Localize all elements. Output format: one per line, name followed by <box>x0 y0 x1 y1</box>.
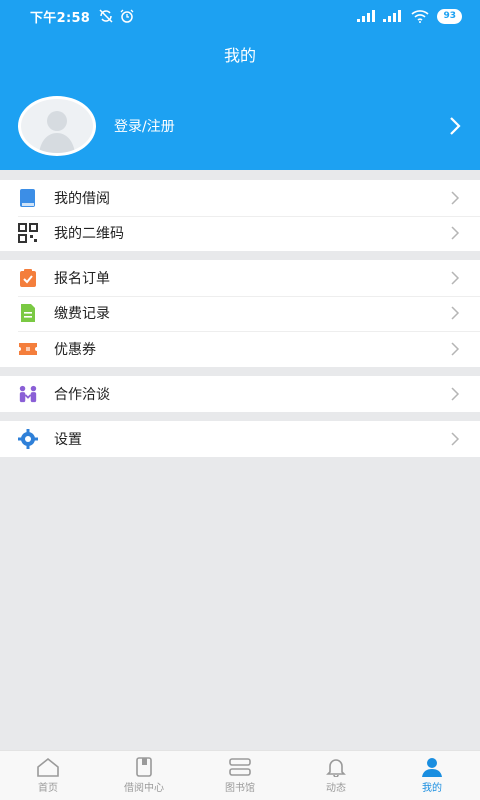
tab-label: 动态 <box>326 783 346 794</box>
battery-indicator: 93 <box>437 8 462 24</box>
menu-group-orders: 报名订单 缴费记录 优惠券 <box>0 260 480 367</box>
menu-item-my-qr-code[interactable]: 我的二维码 <box>0 215 480 252</box>
sync-off-icon <box>99 9 113 23</box>
menu-item-registration-orders[interactable]: 报名订单 <box>0 260 480 296</box>
signal-hd-icon <box>383 10 402 22</box>
status-time: 下午2:58 <box>30 10 91 26</box>
tab-home[interactable]: 首页 <box>0 751 96 800</box>
chevron-right-icon <box>451 226 460 240</box>
document-icon <box>18 303 38 323</box>
gear-icon <box>18 428 38 449</box>
chevron-right-icon <box>451 432 460 446</box>
tab-label: 图书馆 <box>225 783 255 794</box>
tab-mine[interactable]: 我的 <box>384 751 480 800</box>
clipboard-check-icon <box>18 268 38 288</box>
wifi-icon <box>411 10 430 23</box>
chevron-right-icon <box>450 117 461 135</box>
handshake-people-icon <box>18 384 38 404</box>
chevron-right-icon <box>451 306 460 320</box>
chevron-right-icon <box>451 342 460 356</box>
menu-group-cooperation: 合作洽谈 <box>0 376 480 412</box>
tab-library[interactable]: 图书馆 <box>192 751 288 800</box>
avatar[interactable] <box>18 96 96 156</box>
bottom-tab-bar: 首页 借阅中心 图书馆 动态 我的 <box>0 750 480 800</box>
menu-item-label: 报名订单 <box>54 270 110 287</box>
chevron-right-icon <box>451 191 460 205</box>
tab-borrow-center[interactable]: 借阅中心 <box>96 751 192 800</box>
signal-icon <box>357 10 376 22</box>
chevron-right-icon <box>451 387 460 401</box>
login-register-label: 登录/注册 <box>114 119 175 135</box>
library-icon <box>229 758 251 776</box>
coupon-icon <box>18 339 38 359</box>
menu-item-label: 我的借阅 <box>54 190 110 207</box>
tab-label: 我的 <box>422 783 442 794</box>
menu-item-cooperation[interactable]: 合作洽谈 <box>0 376 480 412</box>
chevron-right-icon <box>451 271 460 285</box>
status-bar: 下午2:58 93 <box>0 0 480 32</box>
menu-item-label: 合作洽谈 <box>54 386 110 403</box>
tab-activity[interactable]: 动态 <box>288 751 384 800</box>
tab-label: 首页 <box>38 783 58 794</box>
menu-group-borrow: 我的借阅 我的二维码 <box>0 180 480 251</box>
menu-item-label: 缴费记录 <box>54 306 110 323</box>
book-icon <box>18 188 38 208</box>
profile-header: 我的 登录/注册 <box>0 32 480 170</box>
menu-item-coupons[interactable]: 优惠券 <box>0 331 480 367</box>
home-icon <box>37 757 59 777</box>
menu-item-label: 我的二维码 <box>54 226 124 243</box>
login-register-entry[interactable]: 登录/注册 <box>18 96 462 156</box>
menu-item-settings[interactable]: 设置 <box>0 421 480 457</box>
bell-icon <box>326 759 346 777</box>
tab-label: 借阅中心 <box>124 783 164 794</box>
menu-item-payment-records[interactable]: 缴费记录 <box>0 295 480 332</box>
menu-group-settings: 设置 <box>0 421 480 457</box>
qr-code-icon <box>18 223 38 244</box>
alarm-icon <box>120 9 134 23</box>
menu-item-label: 优惠券 <box>54 341 96 358</box>
page-title: 我的 <box>223 46 256 65</box>
borrow-book-icon <box>136 757 152 777</box>
menu-item-label: 设置 <box>54 431 82 448</box>
menu-item-my-borrowing[interactable]: 我的借阅 <box>0 180 480 216</box>
user-icon <box>422 758 442 777</box>
